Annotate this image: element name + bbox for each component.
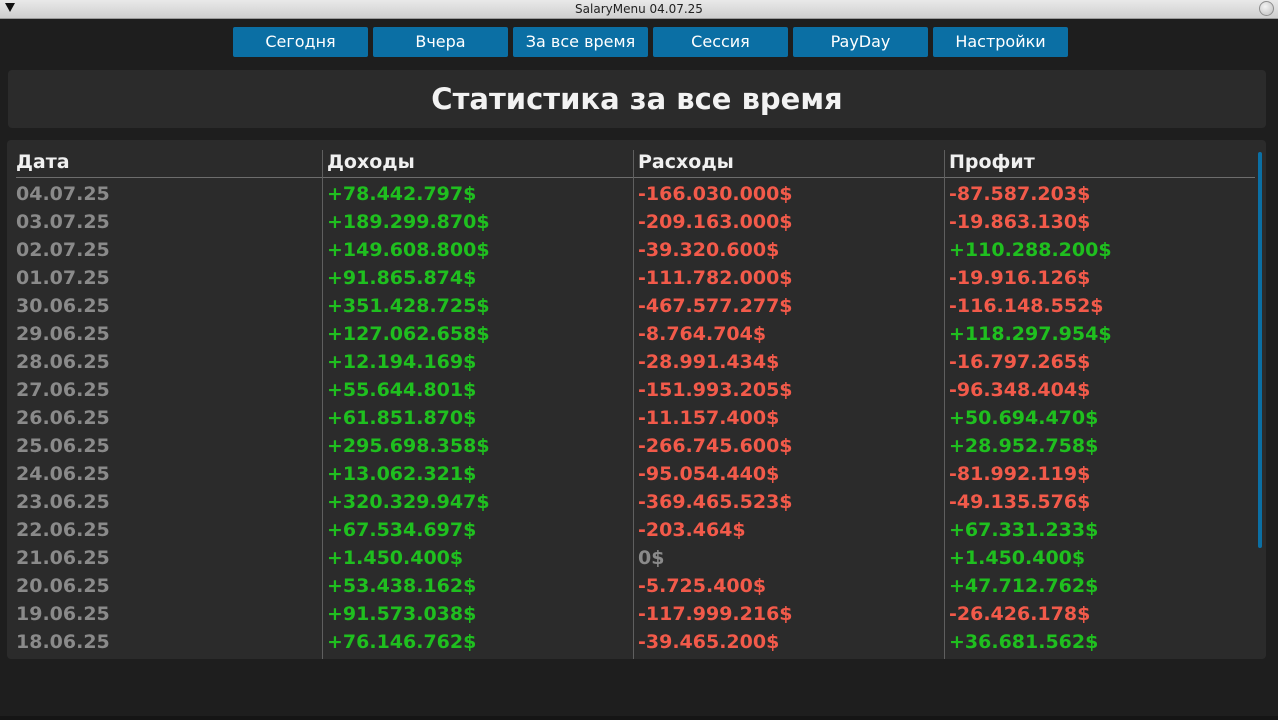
cell-date: 21.06.25 bbox=[16, 547, 110, 569]
column-divider bbox=[322, 150, 323, 659]
close-icon[interactable] bbox=[1259, 1, 1274, 16]
cell-income: +127.062.658$ bbox=[327, 323, 490, 345]
cell-profit: +47.712.762$ bbox=[949, 575, 1099, 597]
cell-income: +149.608.800$ bbox=[327, 239, 490, 261]
statistics-table: Дата Доходы Расходы Профит 04.07.25 +78.442.7… bbox=[7, 140, 1266, 659]
cell-income: +12.194.169$ bbox=[327, 351, 477, 373]
tab-payday[interactable]: PayDay bbox=[793, 27, 928, 57]
cell-income: +78.442.797$ bbox=[327, 183, 477, 205]
cell-profit: -26.426.178$ bbox=[949, 603, 1091, 625]
column-header-profit[interactable]: Профит bbox=[949, 150, 1035, 174]
tab-settings[interactable]: Настройки bbox=[933, 27, 1068, 57]
cell-income: +1.450.400$ bbox=[327, 547, 464, 569]
tab-session[interactable]: Сессия bbox=[653, 27, 788, 57]
cell-expenses: -95.054.440$ bbox=[638, 463, 780, 485]
cell-expenses: -203.464$ bbox=[638, 519, 746, 541]
cell-profit: +1.450.400$ bbox=[949, 547, 1086, 569]
tab-yesterday[interactable]: Вчера bbox=[373, 27, 508, 57]
column-header-income[interactable]: Доходы bbox=[327, 150, 415, 174]
vertical-scrollbar[interactable] bbox=[1258, 152, 1262, 548]
cell-profit: -96.348.404$ bbox=[949, 379, 1091, 401]
cell-date: 28.06.25 bbox=[16, 351, 110, 373]
cell-date: 01.07.25 bbox=[16, 267, 110, 289]
cell-date: 18.06.25 bbox=[16, 631, 110, 653]
cell-expenses: -39.320.600$ bbox=[638, 239, 780, 261]
cell-profit: +28.952.758$ bbox=[949, 435, 1099, 457]
cell-income: +67.534.697$ bbox=[327, 519, 477, 541]
cell-date: 20.06.25 bbox=[16, 575, 110, 597]
cell-income: +320.329.947$ bbox=[327, 491, 490, 513]
cell-profit: +36.681.562$ bbox=[949, 631, 1099, 653]
cell-date: 19.06.25 bbox=[16, 603, 110, 625]
tab-all-time[interactable]: За все время bbox=[513, 27, 648, 57]
cell-expenses: -111.782.000$ bbox=[638, 267, 793, 289]
cell-date: 24.06.25 bbox=[16, 463, 110, 485]
cell-expenses: -467.577.277$ bbox=[638, 295, 793, 317]
cell-expenses: -11.157.400$ bbox=[638, 407, 780, 429]
cell-expenses: -28.991.434$ bbox=[638, 351, 780, 373]
title-bar[interactable]: SalaryMenu 04.07.25 bbox=[0, 0, 1278, 19]
cell-profit: -19.863.130$ bbox=[949, 211, 1091, 233]
cell-profit: +50.694.470$ bbox=[949, 407, 1099, 429]
cell-profit: -116.148.552$ bbox=[949, 295, 1104, 317]
tab-today[interactable]: Сегодня bbox=[233, 27, 368, 57]
header-panel: Статистика за все время bbox=[8, 70, 1266, 128]
cell-profit: +118.297.954$ bbox=[949, 323, 1112, 345]
cell-date: 27.06.25 bbox=[16, 379, 110, 401]
cell-income: +61.851.870$ bbox=[327, 407, 477, 429]
cell-date: 03.07.25 bbox=[16, 211, 110, 233]
cell-income: +53.438.162$ bbox=[327, 575, 477, 597]
header-divider bbox=[16, 177, 1255, 178]
cell-date: 26.06.25 bbox=[16, 407, 110, 429]
cell-profit: +67.331.233$ bbox=[949, 519, 1099, 541]
column-header-expenses[interactable]: Расходы bbox=[638, 150, 734, 174]
cell-profit: +110.288.200$ bbox=[949, 239, 1112, 261]
cell-profit: -19.916.126$ bbox=[949, 267, 1091, 289]
cell-income: +351.428.725$ bbox=[327, 295, 490, 317]
page-title: Статистика за все время bbox=[431, 82, 843, 116]
column-divider bbox=[633, 150, 634, 659]
cell-income: +295.698.358$ bbox=[327, 435, 490, 457]
cell-expenses: -151.993.205$ bbox=[638, 379, 793, 401]
cell-date: 30.06.25 bbox=[16, 295, 110, 317]
cell-income: +76.146.762$ bbox=[327, 631, 477, 653]
cell-income: +91.865.874$ bbox=[327, 267, 477, 289]
cell-income: +189.299.870$ bbox=[327, 211, 490, 233]
window-title: SalaryMenu 04.07.25 bbox=[575, 2, 703, 16]
cell-expenses: -209.163.000$ bbox=[638, 211, 793, 233]
cell-expenses: -369.465.523$ bbox=[638, 491, 793, 513]
cell-expenses: -266.745.600$ bbox=[638, 435, 793, 457]
cell-expenses: -166.030.000$ bbox=[638, 183, 793, 205]
cell-date: 29.06.25 bbox=[16, 323, 110, 345]
cell-date: 04.07.25 bbox=[16, 183, 110, 205]
cell-expenses: -117.999.216$ bbox=[638, 603, 793, 625]
column-divider bbox=[944, 150, 945, 659]
cell-date: 23.06.25 bbox=[16, 491, 110, 513]
cell-income: +13.062.321$ bbox=[327, 463, 477, 485]
cell-expenses: 0$ bbox=[638, 547, 665, 569]
cell-income: +55.644.801$ bbox=[327, 379, 477, 401]
cell-expenses: -39.465.200$ bbox=[638, 631, 780, 653]
salary-menu-window: SalaryMenu 04.07.25 Сегодня Вчера За все в… bbox=[0, 0, 1278, 720]
cell-profit: -16.797.265$ bbox=[949, 351, 1091, 373]
bottom-edge bbox=[0, 716, 1278, 720]
cell-income: +91.573.038$ bbox=[327, 603, 477, 625]
cell-profit: -87.587.203$ bbox=[949, 183, 1091, 205]
cell-date: 02.07.25 bbox=[16, 239, 110, 261]
column-header-date[interactable]: Дата bbox=[16, 150, 70, 174]
cell-profit: -81.992.119$ bbox=[949, 463, 1091, 485]
cell-date: 22.06.25 bbox=[16, 519, 110, 541]
cell-expenses: -8.764.704$ bbox=[638, 323, 767, 345]
cell-date: 25.06.25 bbox=[16, 435, 110, 457]
cell-expenses: -5.725.400$ bbox=[638, 575, 767, 597]
cell-profit: -49.135.576$ bbox=[949, 491, 1091, 513]
